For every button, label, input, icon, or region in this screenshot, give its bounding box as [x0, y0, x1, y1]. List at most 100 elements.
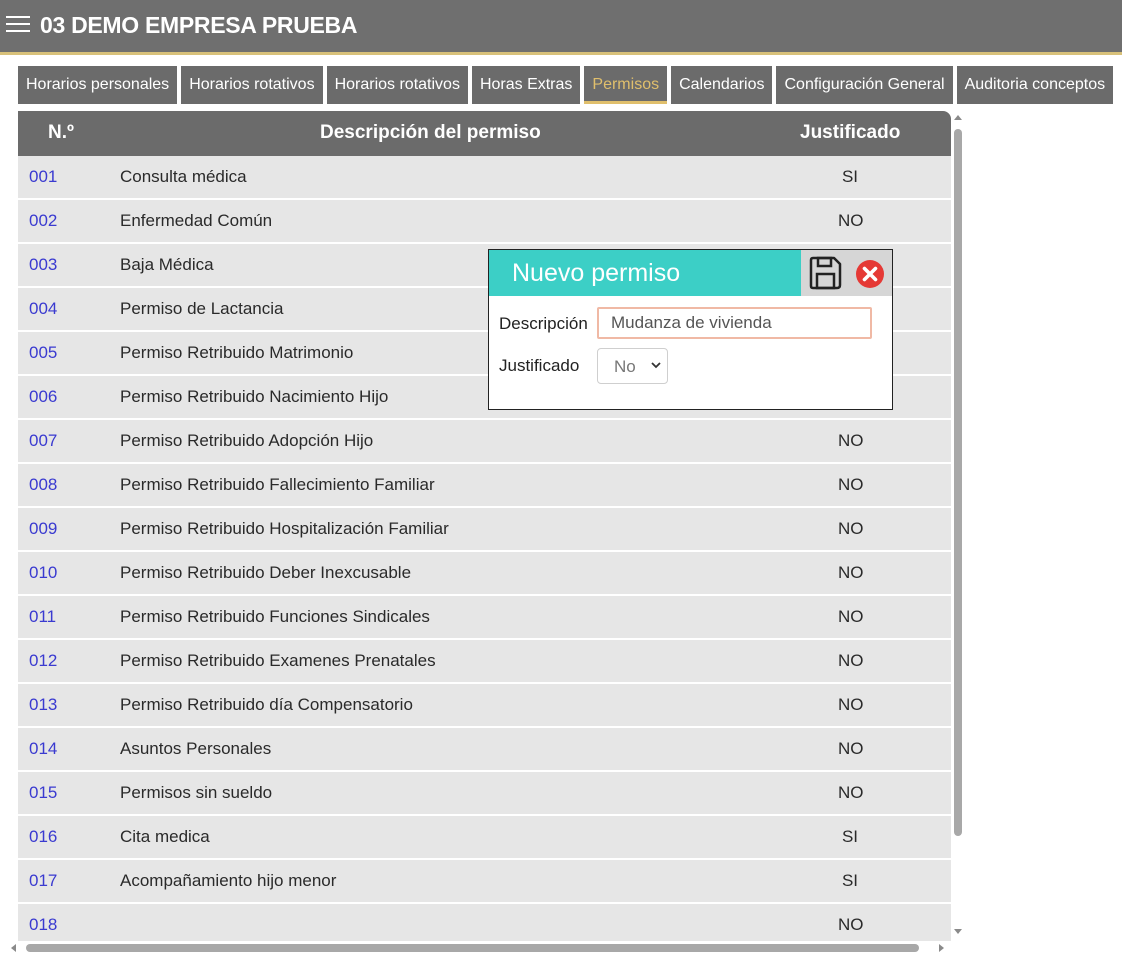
table-row[interactable]: 012 Permiso Retribuido Examenes Prenatale… [18, 640, 951, 684]
table-row[interactable]: 010 Permiso Retribuido Deber Inexcusable N… [18, 552, 951, 596]
table-row[interactable]: 016 Cita medica SI [18, 816, 951, 860]
dialog-title: Nuevo permiso [512, 259, 681, 287]
row-description: Permiso de Lactancia [120, 299, 284, 318]
tab-auditoria-conceptos[interactable]: Auditoria conceptos [956, 66, 1114, 104]
close-icon[interactable] [855, 259, 885, 289]
dialog-header: Nuevo permiso [489, 250, 892, 296]
table-row[interactable]: 018 NO [18, 904, 951, 941]
row-number-link[interactable]: 010 [29, 563, 57, 583]
row-description: Consulta médica [120, 167, 247, 186]
top-bar: 03 DEMO EMPRESA PRUEBA [0, 0, 1122, 55]
chevron-down-icon [651, 362, 661, 369]
tab-bar: Horarios personales Horarios rotativos Hor… [18, 66, 1117, 104]
vertical-scrollbar[interactable] [951, 113, 965, 939]
tab-permisos[interactable]: Permisos [584, 66, 668, 104]
column-header-justified[interactable]: Justificado [800, 122, 900, 144]
tab-horarios-rotativos-2[interactable]: Horarios rotativos [326, 66, 468, 104]
row-description: Permiso Retribuido Nacimiento Hijo [120, 387, 389, 406]
table-row[interactable]: 017 Acompañamiento hijo menor SI [18, 860, 951, 904]
table-row[interactable]: 011 Permiso Retribuido Funciones Sindical… [18, 596, 951, 640]
row-description: Permiso Retribuido Hospitalización Famil… [120, 519, 449, 538]
row-justified: NO [838, 695, 864, 714]
row-number-link[interactable]: 007 [29, 431, 57, 451]
table-row[interactable]: 009 Permiso Retribuido Hospitalización Fa… [18, 508, 951, 552]
row-justified: NO [838, 563, 864, 582]
horizontal-scroll-thumb[interactable] [26, 944, 919, 952]
dialog-actions [801, 250, 892, 296]
row-justified: NO [838, 783, 864, 802]
hamburger-menu-icon[interactable] [6, 13, 30, 35]
column-header-number[interactable]: N.º [48, 122, 74, 144]
table-row[interactable]: 007 Permiso Retribuido Adopción Hijo NO [18, 420, 951, 464]
row-justified: NO [838, 915, 864, 934]
permisos-table: N.º Descripción del permiso Justificado … [18, 111, 951, 941]
row-number-link[interactable]: 006 [29, 387, 57, 407]
scroll-left-arrow-icon[interactable] [11, 944, 16, 952]
row-description: Permiso Retribuido Deber Inexcusable [120, 563, 412, 582]
row-description: Cita medica [120, 827, 210, 846]
row-number-link[interactable]: 016 [29, 827, 57, 847]
description-label: Descripción [499, 314, 588, 333]
table-row[interactable]: 008 Permiso Retribuido Fallecimiento Fami… [18, 464, 951, 508]
row-description: Permiso Retribuido Examenes Prenatales [120, 651, 436, 670]
tab-horarios-rotativos-1[interactable]: Horarios rotativos [181, 66, 323, 104]
row-number-link[interactable]: 017 [29, 871, 57, 891]
row-number-link[interactable]: 014 [29, 739, 57, 759]
justified-label: Justificado [499, 356, 580, 375]
scroll-right-arrow-icon[interactable] [939, 944, 944, 952]
row-number-link[interactable]: 002 [29, 211, 57, 231]
row-description: Asuntos Personales [120, 739, 272, 758]
description-input[interactable] [597, 307, 872, 339]
row-number-link[interactable]: 012 [29, 651, 57, 671]
scroll-up-arrow-icon[interactable] [954, 115, 962, 120]
row-number-link[interactable]: 008 [29, 475, 57, 495]
row-justified: SI [841, 827, 859, 846]
row-description: Baja Médica [120, 255, 214, 274]
row-number-link[interactable]: 009 [29, 519, 57, 539]
row-number-link[interactable]: 015 [29, 783, 57, 803]
tab-calendarios[interactable]: Calendarios [671, 66, 773, 104]
row-number-link[interactable]: 001 [29, 167, 57, 187]
row-justified: NO [838, 431, 864, 450]
row-number-link[interactable]: 018 [29, 915, 57, 935]
table-row[interactable]: 013 Permiso Retribuido día Compensatorio N… [18, 684, 951, 728]
row-description: Permisos sin sueldo [120, 783, 273, 802]
table-row[interactable]: 001 Consulta médica SI [18, 156, 951, 200]
row-description: Permiso Retribuido Fallecimiento Familia… [120, 475, 435, 494]
row-description: Permiso Retribuido Matrimonio [120, 343, 354, 362]
table-header: N.º Descripción del permiso Justificado [18, 111, 951, 156]
scroll-down-arrow-icon[interactable] [954, 929, 962, 934]
row-justified: NO [838, 739, 864, 758]
tab-horas-extras[interactable]: Horas Extras [471, 66, 581, 104]
horizontal-scrollbar[interactable] [8, 941, 951, 955]
vertical-scroll-thumb[interactable] [954, 129, 962, 836]
row-number-link[interactable]: 003 [29, 255, 57, 275]
row-justified: NO [838, 475, 864, 494]
row-number-link[interactable]: 004 [29, 299, 57, 319]
save-icon[interactable] [807, 255, 843, 291]
row-description: Permiso Retribuido día Compensatorio [120, 695, 413, 714]
row-number-link[interactable]: 013 [29, 695, 57, 715]
tab-horarios-personales[interactable]: Horarios personales [18, 66, 178, 104]
table-row[interactable]: 002 Enfermedad Común NO [18, 200, 951, 244]
row-justified: NO [838, 607, 864, 626]
new-permiso-dialog: Nuevo permiso Descripción Justificado No [488, 249, 893, 410]
row-description: Enfermedad Común [120, 211, 273, 230]
column-header-description[interactable]: Descripción del permiso [320, 122, 541, 144]
row-justified: NO [838, 211, 864, 230]
row-justified: SI [841, 167, 859, 186]
row-description: Acompañamiento hijo menor [120, 871, 337, 890]
row-justified: NO [838, 651, 864, 670]
company-title: 03 DEMO EMPRESA PRUEBA [40, 12, 358, 38]
tab-configuracion-general[interactable]: Configuración General [776, 66, 953, 104]
justified-select[interactable]: No [597, 348, 668, 384]
row-justified: NO [838, 519, 864, 538]
justified-select-value: No [614, 357, 636, 376]
row-description: Permiso Retribuido Adopción Hijo [120, 431, 374, 450]
table-row[interactable]: 015 Permisos sin sueldo NO [18, 772, 951, 816]
row-number-link[interactable]: 011 [29, 607, 56, 627]
row-number-link[interactable]: 005 [29, 343, 57, 363]
table-row[interactable]: 014 Asuntos Personales NO [18, 728, 951, 772]
row-justified: SI [841, 871, 859, 890]
row-description: Permiso Retribuido Funciones Sindicales [120, 607, 430, 626]
